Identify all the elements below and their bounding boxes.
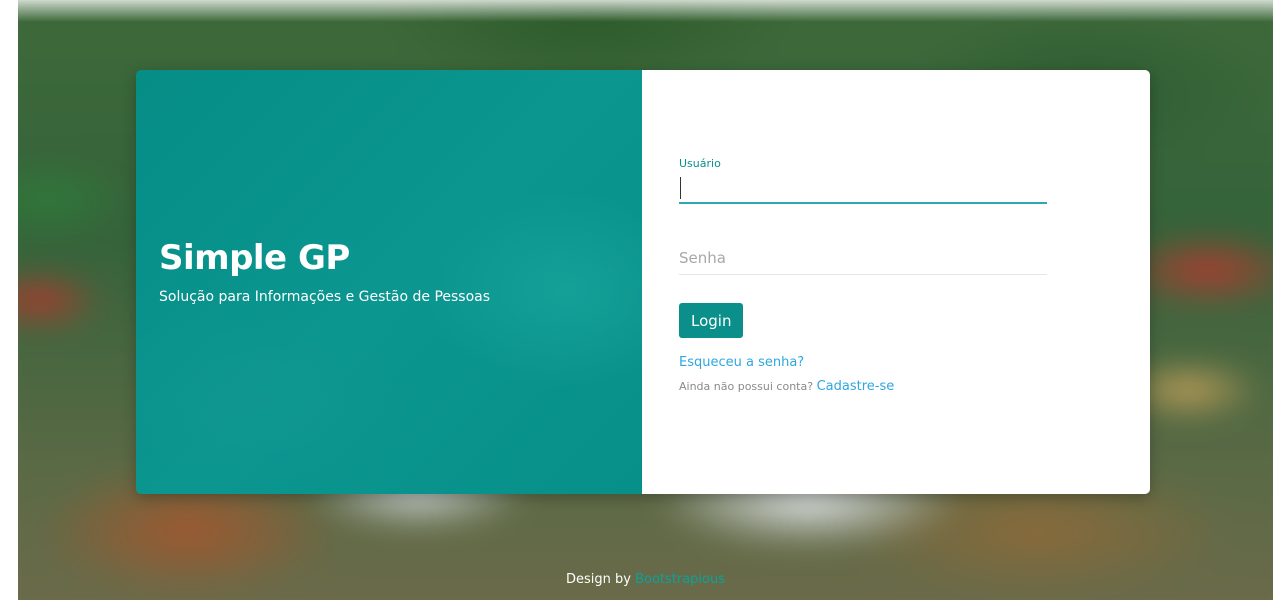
footer-prefix: Design by <box>565 572 631 587</box>
signup-prompt: Ainda não possui conta? Cadastre-se <box>679 379 894 394</box>
footer-link[interactable]: Bootstrapious <box>635 572 725 587</box>
page-frame: Simple GP Solução para Informações e Ges… <box>18 0 1273 600</box>
password-field <box>679 242 1047 275</box>
username-label: Usuário <box>679 157 721 170</box>
text-cursor <box>680 177 681 199</box>
login-form: Usuário Login Esqueceu a senha? Ainda nã… <box>642 70 1150 494</box>
password-input[interactable] <box>679 242 1047 275</box>
login-button[interactable]: Login <box>679 303 744 338</box>
login-card: Simple GP Solução para Informações e Ges… <box>136 70 1150 494</box>
username-field: Usuário <box>679 157 1047 204</box>
app-subtitle: Solução para Informações e Gestão de Pes… <box>159 289 491 305</box>
no-account-text: Ainda não possui conta? <box>679 380 814 393</box>
background-top-fade <box>18 0 1273 22</box>
footer-credit: Design by Bootstrapious <box>18 572 1273 587</box>
forgot-password-link[interactable]: Esqueceu a senha? <box>679 355 804 370</box>
signup-link[interactable]: Cadastre-se <box>817 379 895 394</box>
app-title: Simple GP <box>159 238 350 278</box>
brand-panel: Simple GP Solução para Informações e Ges… <box>136 70 642 494</box>
username-input[interactable] <box>679 170 1047 204</box>
